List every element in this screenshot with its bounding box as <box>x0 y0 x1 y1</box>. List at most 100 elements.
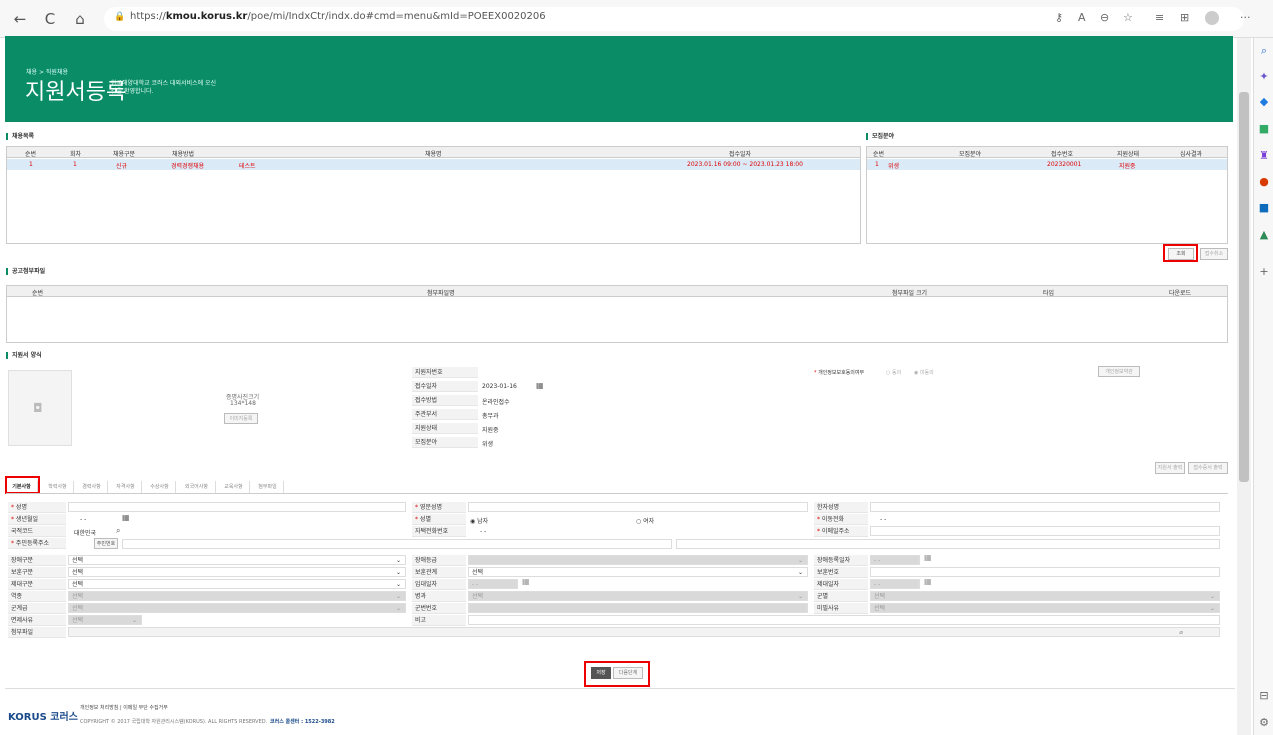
tab-license[interactable]: 자격사항 <box>110 481 142 493</box>
female-radio[interactable]: ○ 여자 <box>636 516 654 525</box>
tab-career[interactable]: 경력사항 <box>76 481 108 493</box>
service-select[interactable]: 선택 ⌄ <box>68 591 406 601</box>
search-icon[interactable]: ⌕ <box>116 526 120 536</box>
mobile-field[interactable]: - - <box>880 516 886 523</box>
games-icon[interactable]: ♜ <box>1258 150 1270 162</box>
veteran-rel-select[interactable]: 선택 ⌄ <box>468 567 808 577</box>
enlist-date-field[interactable]: - - <box>468 579 518 589</box>
disability-grade-select[interactable]: ⌄ <box>468 555 808 565</box>
calendar-icon[interactable]: ▦ <box>522 577 530 586</box>
zoom-icon[interactable]: ⊖ <box>1100 11 1109 24</box>
label-service: 역종 <box>8 591 66 602</box>
zipcode-button[interactable]: 주민번호 <box>94 538 118 549</box>
tab-education[interactable]: 학력사항 <box>42 481 74 493</box>
profile-avatar[interactable] <box>1205 11 1219 25</box>
email-field[interactable] <box>870 526 1220 536</box>
birth-field[interactable]: - - <box>80 516 86 523</box>
eng-name-field[interactable] <box>468 502 808 512</box>
rank-type-select[interactable]: 선택 ⌄ <box>870 591 1220 601</box>
table-row[interactable]: 1 위생 202320001 지원중 <box>867 159 1227 170</box>
footer-links[interactable]: 개인정보 처리방침 | 이메일 무단 수집거부 <box>80 704 168 711</box>
cell: 202320001 <box>1047 161 1082 168</box>
col-header: 채용방법 <box>172 151 195 158</box>
tree-icon[interactable]: ▲ <box>1258 229 1270 241</box>
disability-select[interactable]: 선택 ⌄ <box>68 555 406 565</box>
back-icon[interactable]: ← <box>10 9 30 29</box>
save-button[interactable]: 저장 <box>591 667 611 679</box>
table-row[interactable]: 1 1 신규 경력경쟁채용 테스트 2023.01.16 09:00 ~ 202… <box>7 159 860 170</box>
label-veteran-no: 보훈번호 <box>814 567 868 578</box>
collections-icon[interactable]: ⊞ <box>1180 11 1189 24</box>
calendar-icon[interactable]: ▦ <box>122 513 130 522</box>
tab-language[interactable]: 외국어사항 <box>178 481 216 493</box>
favorite-icon[interactable]: ☆ <box>1123 11 1133 24</box>
male-radio[interactable]: ◉ 남자 <box>470 516 488 525</box>
table-header: 순번 첨부파일명 첨부파일 크기 타입 다운로드 <box>7 286 1227 297</box>
label-attach: 첨부파일 <box>8 627 66 638</box>
col-header: 회차 <box>70 151 82 158</box>
sidebar-toggle-icon[interactable]: ⊟ <box>1258 690 1270 702</box>
label: 주관부서 <box>412 409 478 420</box>
more-icon[interactable]: ··· <box>1240 11 1251 24</box>
calendar-icon[interactable]: ▦ <box>924 577 932 586</box>
tools-icon[interactable]: ■ <box>1258 123 1270 135</box>
calendar-icon[interactable]: ▦ <box>536 381 544 390</box>
copilot-icon[interactable]: ✦ <box>1258 71 1270 83</box>
tag-icon[interactable]: ◆ <box>1258 96 1270 108</box>
scrollbar-thumb[interactable] <box>1239 92 1249 482</box>
privacy-terms-button[interactable]: 개인정보약관 <box>1098 366 1140 377</box>
url-text[interactable]: https://kmou.korus.kr/poe/mi/IndxCtr/ind… <box>130 11 546 22</box>
refresh-icon[interactable]: C <box>40 9 60 29</box>
military-type-select[interactable]: 선택 ⌄ <box>68 579 406 589</box>
label: 지원상태 <box>412 423 478 434</box>
print-receipt-button[interactable]: 접수증서 출력 <box>1188 462 1228 474</box>
label-rank-type: 군별 <box>814 591 868 602</box>
key-icon[interactable]: ⚷ <box>1055 11 1063 24</box>
address-detail-field[interactable] <box>676 539 1220 549</box>
label-mobile: 이동전화 <box>814 514 868 525</box>
add-icon[interactable]: + <box>1258 266 1270 278</box>
chevron-down-icon: ⌄ <box>395 593 401 600</box>
agree-radio[interactable]: ○ 동의 <box>886 369 901 376</box>
address-field[interactable] <box>122 539 672 549</box>
read-aloud-icon[interactable]: A <box>1078 11 1086 24</box>
nation-value: 대한민국 <box>74 530 97 537</box>
home-icon[interactable]: ⌂ <box>70 9 90 29</box>
hanja-name-field[interactable] <box>870 502 1220 512</box>
search-icon[interactable]: ⌕ <box>1258 45 1270 57</box>
disability-date-field[interactable]: - - <box>870 555 920 565</box>
attach-field[interactable]: ⌀ <box>68 627 1220 637</box>
office-icon[interactable]: ● <box>1258 176 1270 188</box>
veteran-no-field[interactable] <box>870 567 1220 577</box>
favorites-list-icon[interactable]: ≡ <box>1155 11 1164 24</box>
home-phone-field[interactable]: - - <box>480 528 486 535</box>
service-no-field[interactable] <box>468 603 808 613</box>
discharge-date-field[interactable]: - - <box>870 579 920 589</box>
camera-icon: ◘ <box>33 401 43 415</box>
photo-register-button[interactable]: 이미지등록 <box>224 413 258 424</box>
branch-select[interactable]: 선택 ⌄ <box>468 591 808 601</box>
paperclip-icon[interactable]: ⌀ <box>1179 628 1219 637</box>
section-title-recruit: 채용목록 <box>6 133 34 140</box>
rank-select[interactable]: 선택 ⌄ <box>68 603 406 613</box>
exempt-reason-select[interactable]: 선택 ⌄ <box>870 603 1220 613</box>
settings-icon[interactable]: ⚙ <box>1258 717 1270 729</box>
disagree-radio[interactable]: ◉ 미동의 <box>914 369 934 376</box>
tab-training[interactable]: 교육사항 <box>218 481 250 493</box>
select-value: 선택 <box>874 593 886 600</box>
table-header: 순번 회차 채용구분 채용방법 채용명 접수일자 <box>7 147 860 158</box>
calendar-icon[interactable]: ▦ <box>924 553 932 562</box>
name-field[interactable] <box>68 502 406 512</box>
tab-award[interactable]: 수상사항 <box>144 481 176 493</box>
outlook-icon[interactable]: ■ <box>1258 202 1270 214</box>
exemption-select[interactable]: 선택 ⌄ <box>68 615 142 625</box>
note-field[interactable] <box>468 615 1220 625</box>
veteran-select[interactable]: 선택 ⌄ <box>68 567 406 577</box>
print-application-button[interactable]: 지원서 출력 <box>1155 462 1185 474</box>
cancel-apply-button[interactable]: 접수취소 <box>1200 248 1228 260</box>
label-discharge-date: 제대일자 <box>814 579 868 590</box>
field-value: 위생 <box>482 441 494 448</box>
next-step-button[interactable]: 다음단계 <box>613 667 643 679</box>
cell: 경력경쟁채용 <box>171 163 205 170</box>
tab-attachment[interactable]: 첨부파일 <box>252 481 284 493</box>
